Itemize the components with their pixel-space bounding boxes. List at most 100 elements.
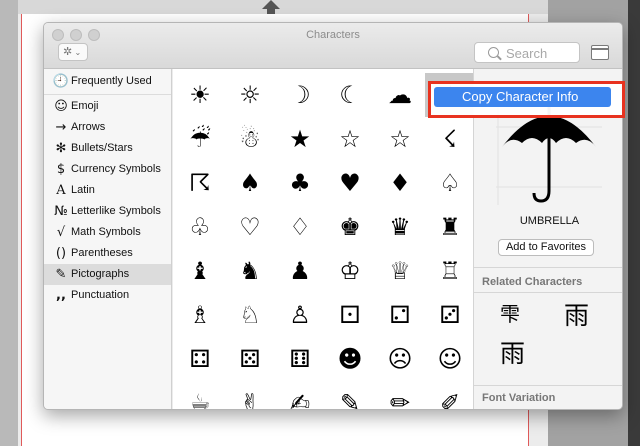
pencil-icon: ✎ [55,267,67,282]
character-cell[interactable]: ☆ [375,117,425,161]
sidebar-item-label: Math Symbols [71,226,141,238]
character-cell[interactable]: ♛ [375,205,425,249]
background-window-left [0,0,18,446]
character-cell[interactable]: ♠ [225,161,275,205]
character-cell[interactable]: ♝ [175,249,225,293]
sidebar-divider [44,94,171,95]
character-cell[interactable]: ⚂ [425,293,475,337]
character-cell[interactable]: ♞ [225,249,275,293]
sidebar-item-math-symbols[interactable]: √ Math Symbols [44,222,171,243]
character-cell[interactable]: ♥ [325,161,375,205]
character-cell[interactable]: ♗ [175,293,225,337]
character-detail-panel: UMBRELLA Add to Favorites Related Charac… [473,69,622,409]
character-cell[interactable]: ★ [275,117,325,161]
character-cell[interactable]: ♟ [275,249,325,293]
character-cell[interactable]: ♔ [325,249,375,293]
character-cell[interactable]: ☽ [275,73,325,117]
character-cell[interactable]: ☁ [375,73,425,117]
window-title: Characters [306,29,360,41]
related-character[interactable]: 雫 [500,299,520,329]
sidebar-item-label: Pictographs [71,268,130,280]
character-cell[interactable]: ☾ [325,73,375,117]
character-cell[interactable]: ☀ [175,73,225,117]
character-cell[interactable]: ♖ [425,249,475,293]
character-cell[interactable]: ✎ [325,381,375,409]
character-cell[interactable]: ♢ [275,205,325,249]
chevron-down-icon: ⌄ [72,48,82,57]
character-cell[interactable]: ☻ [325,337,375,381]
character-cell[interactable]: ✌ [225,381,275,409]
sidebar-item-punctuation[interactable]: ,, Punctuation [44,285,171,306]
character-cell[interactable]: ☕ [175,381,225,409]
character-cell[interactable]: ♚ [325,205,375,249]
section-divider [474,385,622,386]
character-cell[interactable]: ♡ [225,205,275,249]
sidebar-item-arrows[interactable]: → Arrows [44,117,171,138]
character-cell[interactable]: ☇ [425,117,475,161]
sidebar-item-letterlike-symbols[interactable]: № Letterlike Symbols [44,201,171,222]
smiley-icon: ☺ [54,99,68,114]
sidebar-item-label: Latin [71,184,95,196]
sidebar-item-bullets-stars[interactable]: ✻ Bullets/Stars [44,138,171,159]
character-cell[interactable]: ⚄ [225,337,275,381]
character-cell[interactable]: ♣ [275,161,325,205]
character-cell[interactable]: ⚁ [375,293,425,337]
character-cell[interactable]: ♕ [375,249,425,293]
sidebar-item-label: Parentheses [71,247,133,259]
font-variation-title: Font Variation [482,392,556,404]
related-character[interactable]: 雨 [500,339,525,369]
sidebar-item-parentheses[interactable]: () Parentheses [44,243,171,264]
background-edge [628,0,640,446]
character-cell[interactable]: ✐ [425,381,475,409]
add-to-favorites-button[interactable]: Add to Favorites [498,239,594,256]
character-cell[interactable]: ☈ [175,161,225,205]
sidebar-item-currency-symbols[interactable]: $ Currency Symbols [44,159,171,180]
parentheses-icon: () [55,246,67,261]
gear-menu-button[interactable]: ✲ ⌄ [58,43,88,61]
section-divider [474,267,622,268]
sidebar-item-label: Arrows [71,121,106,133]
sidebar-item-latin[interactable]: A Latin [44,180,171,201]
character-cell[interactable]: ☺ [425,337,475,381]
character-cell[interactable]: ♤ [425,161,475,205]
character-cell[interactable]: ☹ [375,337,425,381]
gear-icon: ✲ [63,46,73,58]
arrow-icon: → [55,120,67,135]
character-cell[interactable]: ♜ [425,205,475,249]
sidebar-item-frequently-used[interactable]: 🕘 Frequently Used [44,71,171,92]
section-divider [474,292,622,293]
character-cell[interactable]: ⚅ [275,337,325,381]
latin-a-icon: A [56,183,66,198]
character-cell[interactable]: ☃ [225,117,275,161]
sidebar-item-label: Currency Symbols [71,163,161,175]
character-cell[interactable]: ☼ [225,73,275,117]
search-placeholder: Search [506,46,548,61]
character-name: UMBRELLA [519,215,580,227]
character-cell[interactable]: ☔ [175,117,225,161]
character-cell[interactable]: ♙ [275,293,325,337]
keyboard-viewer-icon[interactable] [591,45,609,60]
character-cell[interactable]: ☆ [325,117,375,161]
copy-character-info-menu-item[interactable]: Copy Character Info [434,87,611,107]
sidebar-item-label: Punctuation [71,289,130,301]
character-cell[interactable]: ✍ [275,381,325,409]
category-sidebar: 🕘 Frequently Used ☺ Emoji → Arrows ✻ Bul… [44,69,172,409]
character-cell[interactable]: ♧ [175,205,225,249]
related-character[interactable]: 雨 [564,301,589,331]
title-bar: Characters ✲ ⌄ Search [44,23,622,69]
sidebar-item-label: Frequently Used [71,75,152,87]
character-cell[interactable]: ✏ [375,381,425,409]
sidebar-item-emoji[interactable]: ☺ Emoji [44,96,171,117]
sidebar-item-pictographs[interactable]: ✎ Pictographs [44,264,171,285]
character-cell[interactable]: ⚀ [325,293,375,337]
character-cell[interactable]: ♦ [375,161,425,205]
character-cell[interactable]: ♘ [225,293,275,337]
sidebar-item-label: Bullets/Stars [71,142,133,154]
clock-icon: 🕘 [52,74,70,89]
square-root-icon: √ [56,225,66,240]
comma-icon: ,, [56,288,66,303]
document-toolbar [18,0,548,14]
numero-icon: № [54,204,68,219]
search-input[interactable]: Search [474,42,580,63]
character-cell[interactable]: ⚃ [175,337,225,381]
